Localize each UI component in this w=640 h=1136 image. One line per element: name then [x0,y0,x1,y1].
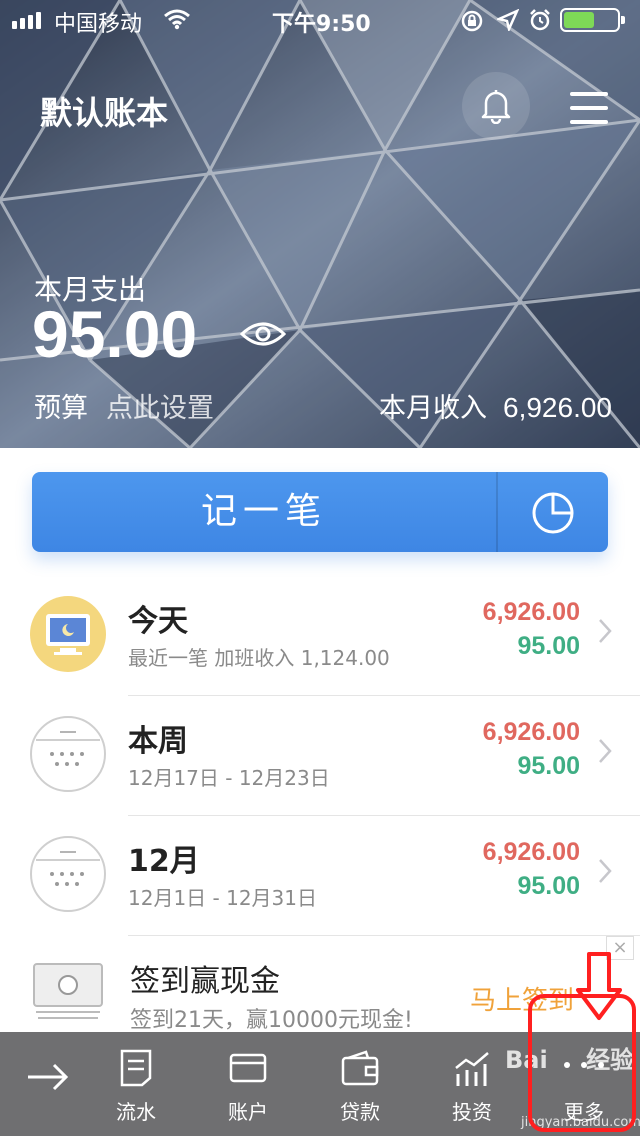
row-subtitle: 12月17日 - 12月23日 [128,766,330,790]
chevron-right-icon [599,739,612,763]
tab-label: 账户 [228,1100,268,1124]
cash-icon [33,963,103,1019]
list-item-month[interactable]: 12月 12月1日 - 12月31日 6,926.00 95.00 [0,816,640,936]
row-income: 6,926.00 [482,598,580,626]
wifi-icon [164,9,190,30]
row-subtitle: 最近一笔 加班收入 1,124.00 [128,646,390,670]
calendar-month-icon [30,836,106,912]
row-title: 本周 [128,724,188,759]
tab-loans[interactable]: 贷款 [304,1032,416,1136]
header-banner: 中国移动 下午9:50 默认账本 本月支出 95.00 预算 点此设置 本月收入… [0,0,640,448]
button-divider [496,472,498,552]
tab-label: 贷款 [340,1100,380,1124]
card-icon [229,1053,267,1083]
row-expense: 95.00 [517,872,580,900]
alarm-icon [530,9,550,31]
row-subtitle: 12月1日 - 12月31日 [128,886,318,910]
set-budget-link[interactable]: 点此设置 [106,386,214,425]
book-title[interactable]: 默认账本 [40,88,168,134]
chart-icon [455,1052,489,1086]
row-expense: 95.00 [517,632,580,660]
list-item-today[interactable]: 今天 最近一笔 加班收入 1,124.00 6,926.00 95.00 [0,576,640,696]
promo-title: 签到赢现金 [130,964,280,999]
chevron-right-icon [599,619,612,643]
monthly-expense-value: 95.00 [32,297,198,371]
glass-building-background [0,0,640,448]
pie-chart-icon[interactable] [530,490,576,536]
hamburger-menu-icon[interactable] [560,80,616,136]
battery-icon [560,8,625,32]
record-entry-label: 记一笔 [200,491,327,532]
eye-icon[interactable] [240,318,286,350]
carrier-label: 中国移动 [54,12,143,37]
location-icon [497,9,519,31]
row-title: 12月 [128,844,200,879]
clock: 下午9:50 [272,12,371,37]
bell-icon [481,90,511,124]
monthly-income-value: 6,926.00 [503,392,612,423]
tab-accounts[interactable]: 账户 [192,1032,304,1136]
monthly-income-label: 本月收入 [379,393,487,424]
row-title: 今天 [128,604,188,639]
tab-label: 流水 [116,1100,156,1124]
chevron-right-icon [599,859,612,883]
row-expense: 95.00 [517,752,580,780]
notification-button[interactable] [462,72,530,140]
budget-label: 预算 [34,393,88,424]
rotation-lock-icon [461,10,483,32]
monthly-income: 本月收入 6,926.00 [379,386,612,425]
status-bar: 中国移动 下午9:50 [0,0,640,40]
arrow-right-icon [28,1063,69,1091]
signal-icon [12,12,41,29]
promo-subtitle: 签到21天，赢10000元现金! [130,1008,413,1033]
monitor-moon-icon [30,596,106,672]
list-item-week[interactable]: 本周 12月17日 - 12月23日 6,926.00 95.00 [0,696,640,816]
calendar-week-icon [30,716,106,792]
wallet-icon [341,1050,379,1086]
annotation-highlight-box [528,994,636,1132]
row-income: 6,926.00 [482,718,580,746]
tab-transactions[interactable]: 流水 [80,1032,192,1136]
record-entry-button[interactable]: 记一笔 [32,472,608,552]
row-income: 6,926.00 [482,838,580,866]
document-icon [120,1049,152,1087]
